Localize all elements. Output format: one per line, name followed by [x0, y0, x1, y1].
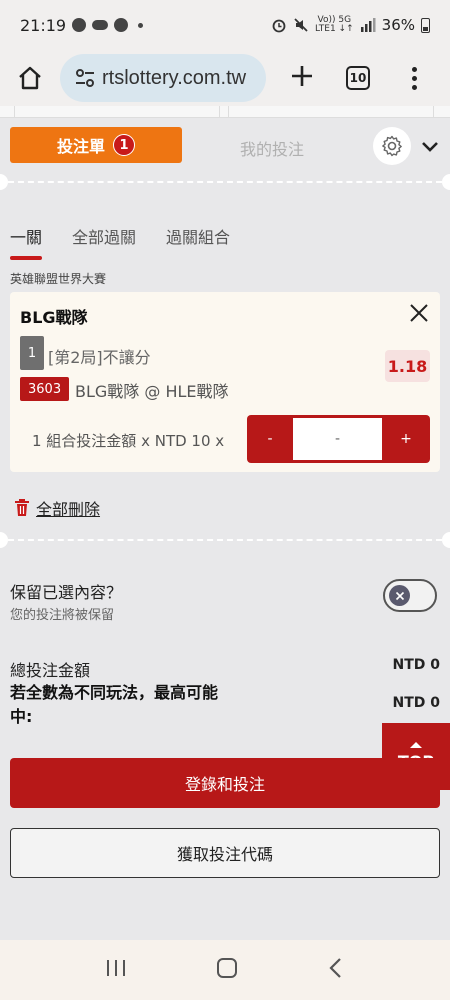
max-win-label: 若全數為不同玩法，最高可能中:	[10, 683, 219, 726]
address-bar[interactable]: rtslottery.com.tw	[60, 54, 266, 102]
remove-bet-button[interactable]	[408, 302, 430, 324]
menu-dot-icon	[411, 75, 417, 81]
battery-percent: 36%	[381, 16, 415, 34]
tab-count: 10	[346, 66, 370, 90]
tab-parlay-combo[interactable]: 過關組合	[166, 224, 230, 258]
cloud-icon	[92, 20, 109, 30]
divider-notch-left	[0, 532, 8, 548]
signal-bars-icon	[360, 18, 376, 32]
menu-dot-icon	[411, 66, 417, 72]
status-right: Vo)) 5G LTE1 ↓↑ 36%	[271, 16, 430, 34]
delete-all-button[interactable]: 全部刪除	[14, 496, 100, 520]
network-type-indicator: Vo)) 5G LTE1 ↓↑	[315, 16, 354, 34]
stake-label: 1 組合投注金額 x NTD 10 x	[32, 432, 225, 450]
toggle-knob	[389, 585, 410, 606]
gear-icon	[382, 135, 402, 157]
home-nav-icon	[216, 958, 237, 978]
chevron-down-icon	[422, 142, 438, 152]
dashed-line	[8, 181, 442, 183]
battery-icon	[421, 17, 430, 33]
league-name: 英雄聯盟世界大賽	[10, 272, 107, 286]
match-name: BLG戰隊 @ HLE戰隊	[75, 382, 229, 401]
android-nav-bar	[0, 940, 450, 1000]
strip-segment	[14, 106, 220, 118]
home-nav-button[interactable]	[215, 956, 239, 984]
max-win-value: NTD 0	[392, 695, 440, 711]
back-icon	[329, 958, 342, 978]
line-notification-icon	[72, 18, 87, 32]
tab-bet-slip-label: 投注單	[56, 137, 105, 156]
keep-selection-toggle[interactable]	[383, 579, 437, 612]
divider-notch-right	[442, 174, 450, 190]
get-bet-code-button[interactable]: 獲取投注代碼	[10, 828, 440, 878]
close-icon	[410, 304, 428, 322]
bet-slip-header: 投注單 1 我的投注	[0, 118, 450, 174]
new-tab-button[interactable]	[274, 61, 330, 96]
total-stake-value: NTD 0	[392, 657, 440, 673]
divider-notch-right	[442, 532, 450, 548]
match-code-badge: 3603	[20, 377, 70, 401]
tab-my-bets[interactable]: 我的投注	[200, 136, 344, 160]
back-nav-button[interactable]	[326, 956, 346, 984]
chrome-notification-icon	[114, 18, 129, 32]
settings-button[interactable]	[373, 127, 411, 165]
delete-all-label: 全部刪除	[36, 500, 101, 519]
market-name: [第2局]不讓分	[48, 348, 151, 367]
home-icon	[19, 66, 41, 90]
status-bar: 21:19 Vo)) 5G LTE1 ↓↑ 36%	[0, 0, 450, 50]
stake-increase-button[interactable]: +	[382, 415, 430, 463]
menu-dot-icon	[411, 84, 417, 90]
bet-count-badge: 1	[113, 134, 135, 156]
page-top-strip	[0, 106, 450, 118]
dashed-divider	[0, 174, 450, 190]
stake-input[interactable]	[293, 418, 382, 460]
dashed-line	[8, 539, 442, 541]
odds-value: 1.18	[385, 350, 430, 382]
toggle-off-x-icon	[395, 591, 404, 600]
tune-icon[interactable]	[74, 68, 96, 88]
market-number: 1	[20, 336, 44, 370]
keep-selection-subtitle: 您的投注將被保留	[10, 608, 115, 623]
more-notifications-dot-icon	[138, 22, 144, 28]
tab-single[interactable]: 一關	[10, 224, 43, 260]
status-left: 21:19	[20, 15, 144, 35]
recents-icon	[106, 960, 125, 976]
network-type-bottom: LTE1 ↓↑	[315, 24, 354, 34]
tab-all-parlay[interactable]: 全部過關	[72, 224, 136, 258]
login-and-bet-button[interactable]: 登錄和投注	[10, 758, 440, 808]
alarm-icon	[272, 19, 286, 33]
browser-toolbar: rtslottery.com.tw 10	[0, 50, 450, 106]
plus-icon	[292, 65, 312, 86]
tab-bet-slip[interactable]: 投注單 1	[10, 127, 182, 163]
arrow-up-icon	[410, 742, 422, 748]
dashed-divider	[0, 532, 450, 548]
selection-team: BLG戰隊	[20, 308, 88, 327]
strip-segment	[228, 106, 434, 118]
browser-menu-button[interactable]	[386, 66, 442, 90]
trash-icon	[15, 499, 29, 516]
url-text: rtslottery.com.tw	[102, 66, 247, 89]
bet-card: BLG戰隊 1 [第2局]不讓分 1.18 3603 BLG戰隊 @ HLE戰隊…	[10, 292, 440, 472]
status-time: 21:19	[20, 15, 67, 35]
browser-home-button[interactable]	[0, 65, 60, 91]
total-stake-label: 總投注金額	[10, 661, 91, 680]
collapse-button[interactable]	[418, 135, 442, 159]
divider-notch-left	[0, 174, 8, 190]
stake-stepper: - +	[247, 415, 430, 463]
bet-type-tabs: 一關 全部過關 過關組合	[10, 224, 230, 260]
keep-selection-title: 保留已選內容？	[10, 583, 123, 602]
stake-decrease-button[interactable]: -	[247, 415, 293, 463]
recents-button[interactable]	[104, 958, 128, 982]
mute-icon	[294, 18, 308, 32]
tab-switcher-button[interactable]: 10	[330, 66, 386, 90]
